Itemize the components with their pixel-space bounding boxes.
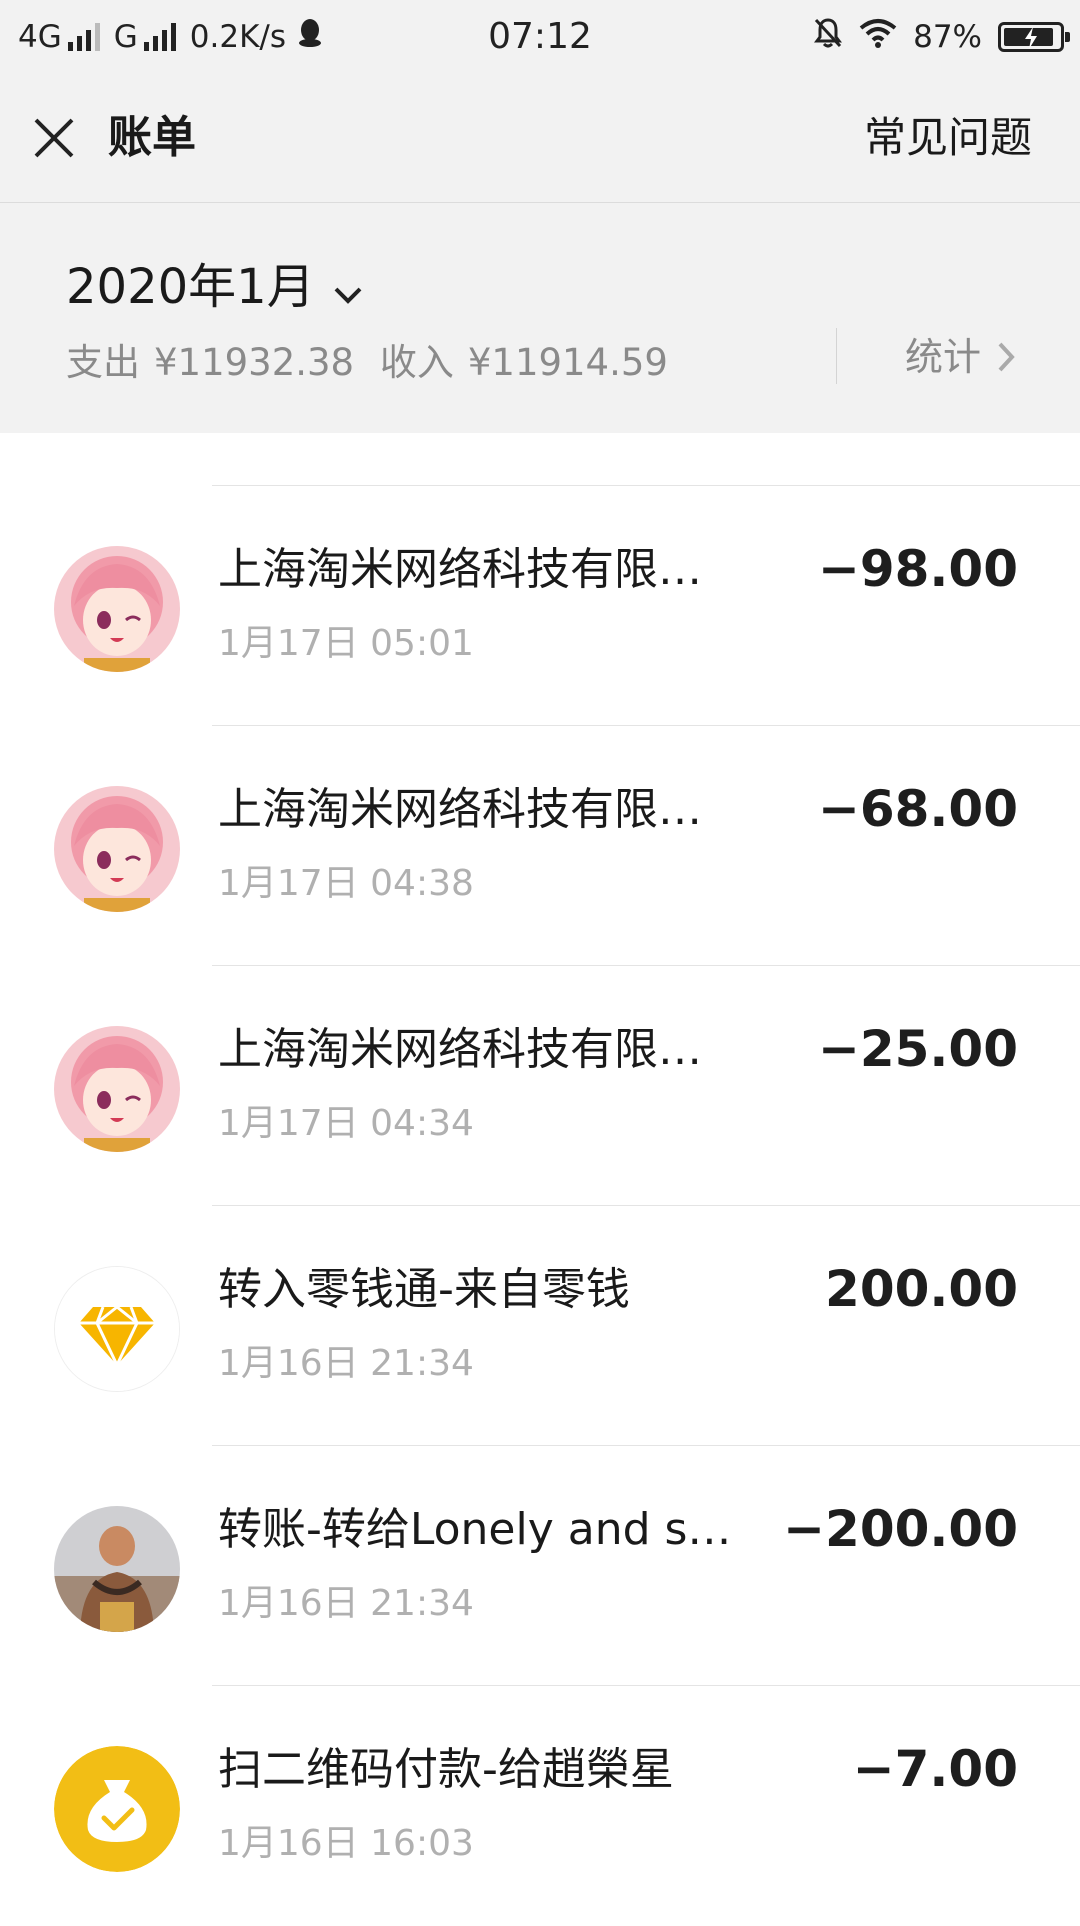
transaction-name: 扫二维码付款-给趙榮星 [218,1744,674,1795]
transaction-row[interactable]: 转入零钱通-来自零钱 1月16日 21:34 200.00 [0,1206,1080,1446]
income-label: 收入 [379,341,454,384]
anime-girl-avatar [54,786,180,912]
transaction-name: 上海淘米网络科技有限… [218,1024,702,1075]
anime-girl-avatar [54,1026,180,1152]
transaction-amount: −25.00 [817,1020,1018,1078]
diamond-icon [54,1266,180,1392]
transaction-row[interactable]: 扫二维码付款-给趙榮星 1月16日 16:03 −7.00 [0,1686,1080,1926]
battery-icon [998,22,1070,52]
transaction-time: 1月17日 05:01 [218,623,474,664]
income-value: ¥11914.59 [467,341,668,384]
faq-link[interactable]: 常见问题 [864,110,1032,166]
chevron-down-icon [333,259,363,321]
transaction-row[interactable]: 上海淘米网络科技有限… 1月17日 04:38 −68.00 [0,726,1080,966]
month-selector[interactable]: 2020年1月 [66,253,363,321]
status-bar: 4G G 0.2K/s 07:12 87% [0,0,1080,74]
transaction-amount: −68.00 [817,780,1018,838]
wifi-icon [859,18,897,56]
month-label: 2020年1月 [66,259,315,315]
expense-value: ¥11932.38 [154,341,355,384]
status-right: 87% [813,14,1070,60]
transaction-row[interactable]: 转账-转给Lonely and s… 1月16日 21:34 −200.00 [0,1446,1080,1686]
transaction-time: 1月17日 04:38 [218,863,474,904]
stats-label: 统计 [905,335,982,379]
money-bag-icon [54,1746,180,1872]
month-summary: 2020年1月 支出 ¥11932.38 收入 ¥11914.59 统计 [0,203,1080,433]
transaction-time: 1月17日 04:34 [218,1103,474,1144]
mute-bell-icon [813,17,843,57]
page-title: 账单 [108,112,196,163]
battery-percent: 87% [913,19,982,55]
title-bar: 账单 常见问题 [0,74,1080,203]
transaction-name: 转入零钱通-来自零钱 [218,1264,630,1315]
transaction-row[interactable]: 上海淘米网络科技有限… 1月17日 04:34 −25.00 [0,966,1080,1206]
transaction-time: 1月16日 21:34 [218,1583,474,1624]
chevron-right-icon [998,342,1015,372]
person-photo-avatar [54,1506,180,1632]
anime-girl-avatar [54,546,180,672]
transaction-name: 上海淘米网络科技有限… [218,784,702,835]
transaction-time: 1月16日 16:03 [218,1823,474,1864]
expense-label: 支出 [66,341,140,384]
close-icon[interactable] [30,114,78,162]
transaction-time: 1月16日 21:34 [218,1343,474,1384]
stats-button[interactable]: 统计 [905,331,1015,383]
transaction-amount: −200.00 [783,1500,1018,1558]
totals: 支出 ¥11932.38 收入 ¥11914.59 [66,337,682,389]
transaction-name: 上海淘米网络科技有限… [218,544,702,595]
transaction-amount: −98.00 [817,540,1018,598]
transaction-amount: −7.00 [852,1740,1018,1798]
transaction-name: 转账-转给Lonely and s… [218,1504,732,1555]
transaction-amount: 200.00 [825,1260,1018,1318]
divider [836,328,837,384]
transaction-row[interactable]: 上海淘米网络科技有限… 1月17日 05:01 −98.00 [0,486,1080,726]
